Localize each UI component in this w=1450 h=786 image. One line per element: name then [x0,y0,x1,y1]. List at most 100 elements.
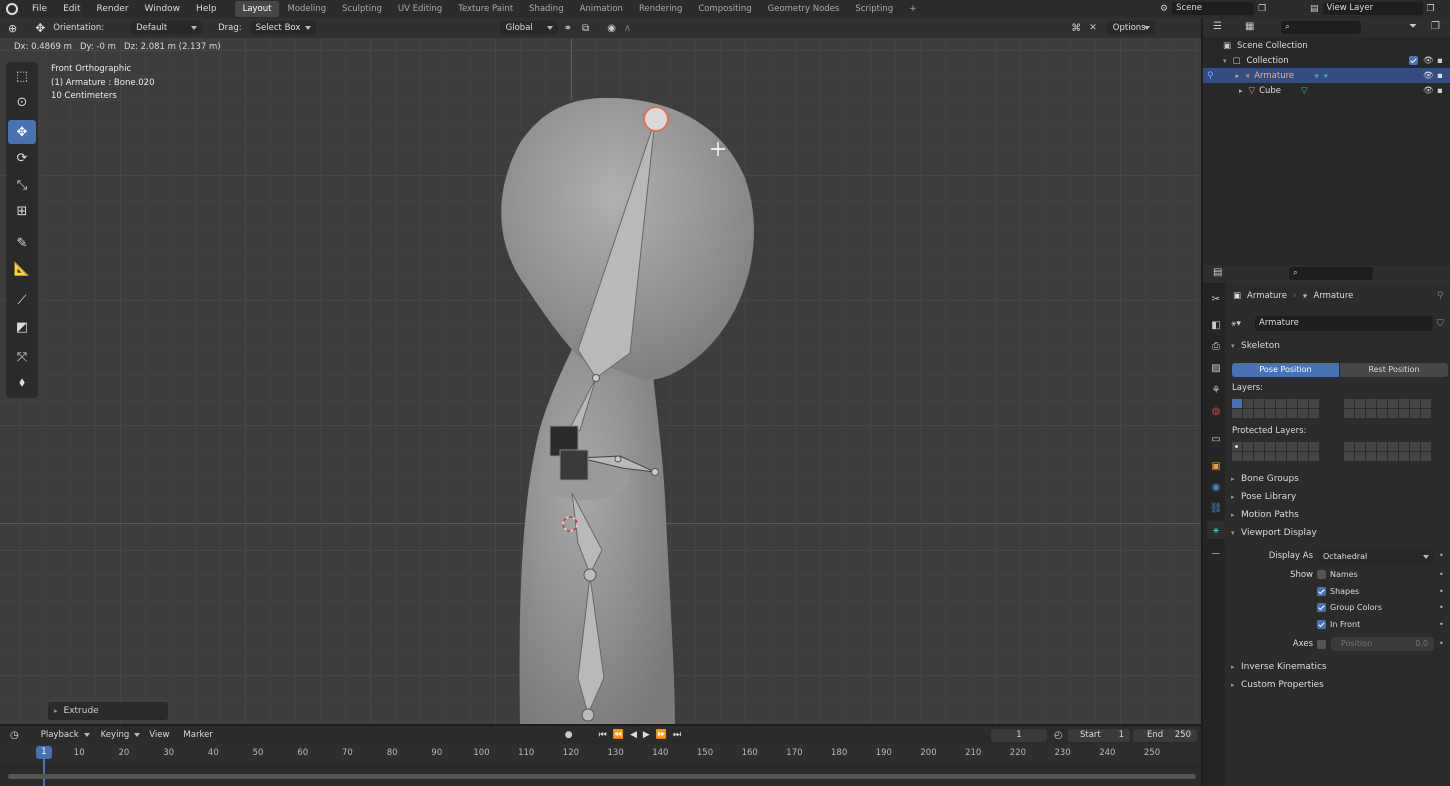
orientation-dropdown[interactable]: Default [130,21,203,35]
display-mode-icon[interactable]: ▦ [1245,21,1254,32]
filter-icon[interactable]: ⏷ [1409,21,1417,32]
measure-tool[interactable]: 📐 [8,257,36,281]
cursor-tool[interactable]: ⊙ [8,90,36,114]
keyframe-dot-icon[interactable]: • [1439,639,1444,648]
render-camera-icon[interactable]: ▪ [1437,86,1443,96]
exclude-checkbox[interactable] [1409,56,1418,65]
current-frame-field[interactable]: 1 [991,728,1047,742]
view-layer-field[interactable]: View Layer [1322,2,1423,15]
group-colors-checkbox[interactable] [1317,603,1326,612]
constraints-tab-icon[interactable]: ⛓ [1207,499,1225,517]
drag-dropdown[interactable]: Select Box [249,21,316,35]
new-view-layer-icon[interactable]: ❐ [1427,4,1435,14]
view-layer-tab-icon[interactable]: ▨ [1207,359,1225,377]
operator-panel[interactable]: ▸ Extrude [48,702,168,720]
layers-grid-left[interactable] [1232,399,1319,418]
collapse-icon[interactable]: ▾ [1223,57,1227,65]
rest-position-button[interactable]: Rest Position [1340,363,1448,377]
protected-layers-grid-right[interactable] [1344,442,1431,461]
keyframe-dot-icon[interactable]: • [1439,570,1444,579]
playhead[interactable]: 1 [36,746,52,759]
scene-field[interactable]: Scene [1172,2,1255,15]
new-scene-icon[interactable]: ❐ [1258,4,1266,14]
armature-data-tab-icon[interactable]: ⚹ [1207,521,1225,539]
workspace-tab-texture-paint[interactable]: Texture Paint [450,1,521,17]
menu-edit[interactable]: Edit [55,4,88,14]
visibility-eye-icon[interactable]: 👁 [1423,56,1434,66]
show-in-front-option[interactable]: In Front [1317,620,1360,629]
annotate-tool[interactable]: ✎ [8,231,36,255]
move-tool[interactable]: ✥ [8,120,36,144]
playback-menu[interactable]: Playback [35,728,95,742]
proportional-edit-icon[interactable]: ◉ [607,23,616,34]
physics-tab-icon[interactable]: ◉ [1207,478,1225,496]
outliner-editor-icon[interactable]: ☰ [1213,21,1222,32]
skeleton-section[interactable]: ▾ Skeleton [1231,341,1280,351]
inverse-kinematics-section[interactable]: ▸ Inverse Kinematics [1231,662,1327,672]
pin-icon[interactable]: ⚲ [1437,291,1444,301]
outliner-search[interactable]: ⌕ [1281,21,1361,34]
fake-user-icon[interactable]: ⛉ [1437,319,1444,329]
prev-keyframe-icon[interactable]: ⏪ [613,730,624,740]
play-reverse-icon[interactable]: ◀ [630,730,637,740]
options-dropdown[interactable]: Options [1106,21,1155,35]
select-box-tool[interactable]: ⬚ [8,64,36,88]
play-icon[interactable]: ▶ [643,730,650,740]
snap-icon[interactable]: ⧉ [582,23,589,34]
motion-paths-section[interactable]: ▸ Motion Paths [1231,510,1299,520]
render-camera-icon[interactable]: ▪ [1437,71,1443,81]
workspace-tab-layout[interactable]: Layout [234,1,280,17]
end-frame-field[interactable]: End 250 [1133,728,1197,742]
workspace-tab-scripting[interactable]: Scripting [847,1,901,17]
menu-help[interactable]: Help [188,4,225,14]
names-checkbox[interactable] [1317,570,1326,579]
stopwatch-icon[interactable]: ◴ [1054,730,1063,741]
new-collection-icon[interactable]: ❐ [1431,21,1440,32]
bone-tab-icon[interactable]: ⚊ [1207,542,1225,560]
keyframe-dot-icon[interactable]: • [1439,603,1444,612]
show-group-colors-option[interactable]: Group Colors [1317,603,1382,612]
show-shapes-option[interactable]: Shapes [1317,587,1359,596]
editor-type-icon[interactable]: ⊕ [8,22,17,35]
bone-groups-section[interactable]: ▸ Bone Groups [1231,474,1299,484]
expand-icon[interactable]: ▸ [1239,87,1243,95]
timeline[interactable]: 10 20 30 40 50 60 70 80 90 100 110 120 130 140 150 160 1… [0,744,1201,786]
layers-grid-right[interactable] [1344,399,1431,418]
outliner-scene-collection[interactable]: ▣ Scene Collection [1203,38,1450,53]
extrude-tool[interactable]: ⟋ [8,288,36,312]
pose-library-section[interactable]: ▸ Pose Library [1231,492,1296,502]
workspace-tab-sculpting[interactable]: Sculpting [334,1,390,17]
shapes-checkbox[interactable] [1317,587,1326,596]
properties-search[interactable]: ⌕ [1289,267,1373,280]
workspace-tab-shading[interactable]: Shading [521,1,572,17]
gizmo-icon[interactable]: ⌘ [1071,23,1081,34]
bone-size-tool[interactable]: ◩ [8,315,36,339]
falloff-icon[interactable]: ∧ [624,23,631,34]
properties-editor-icon[interactable]: ▤ [1213,267,1222,278]
object-tab-icon[interactable]: ▣ [1207,457,1225,475]
keyframe-dot-icon[interactable]: • [1439,551,1444,560]
blender-logo-icon[interactable] [6,3,18,15]
axes-checkbox[interactable] [1317,640,1326,649]
pose-position-button[interactable]: Pose Position [1232,363,1339,377]
keyframe-dot-icon[interactable]: • [1439,587,1444,596]
overlay-close-icon[interactable]: ✕ [1089,23,1097,33]
next-keyframe-icon[interactable]: ⏩ [656,730,667,740]
tool-tab-icon[interactable]: ✂ [1207,290,1225,308]
transform-tool[interactable]: ⊞ [8,199,36,223]
visibility-eye-icon[interactable]: 👁 [1423,71,1434,81]
start-frame-field[interactable]: Start 1 [1068,728,1130,742]
pivot-icon[interactable]: ⚭ [564,23,572,34]
timeline-editor-icon[interactable]: ◷ [10,730,19,741]
transform-orientation-dropdown[interactable]: Global [499,21,558,35]
armature-data-icon[interactable]: ⚹▾ [1231,319,1255,329]
bone-envelope-tool[interactable]: ⬧ [8,370,36,394]
in-front-checkbox[interactable] [1317,620,1326,629]
axes-position-field[interactable]: Position 0.0 [1331,637,1434,651]
workspace-tab-compositing[interactable]: Compositing [690,1,759,17]
workspace-tab-modeling[interactable]: Modeling [279,1,334,17]
workspace-tab-uv-editing[interactable]: UV Editing [390,1,450,17]
jump-start-icon[interactable]: ⏮ [599,730,607,740]
keying-menu[interactable]: Keying [95,728,146,742]
expand-icon[interactable]: ▸ [1236,72,1240,80]
